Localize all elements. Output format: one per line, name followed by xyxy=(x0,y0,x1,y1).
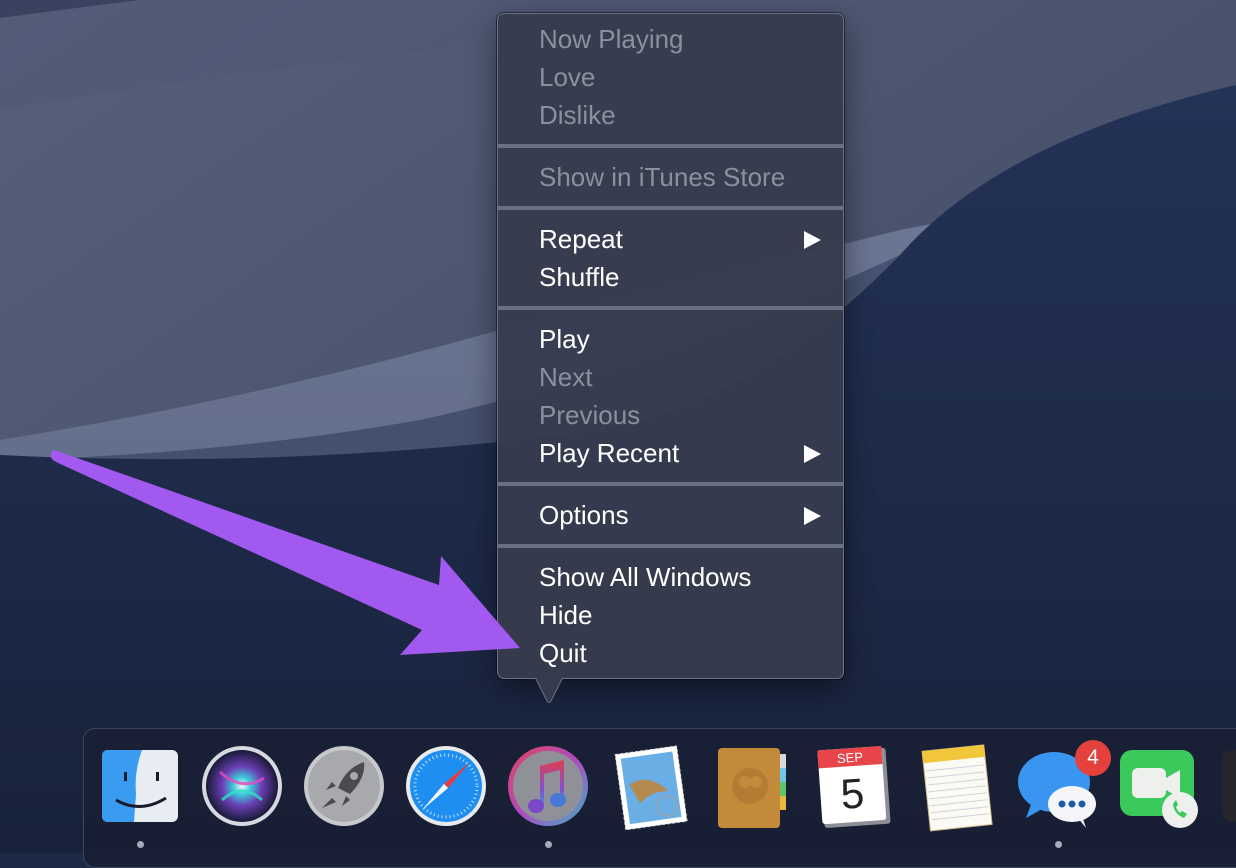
running-indicator-finder xyxy=(137,841,144,848)
menu-item-label: Love xyxy=(539,62,596,92)
safari-icon xyxy=(406,746,486,826)
menu-item-hide[interactable]: Hide xyxy=(498,596,843,634)
menu-item-label: Now Playing xyxy=(539,24,684,54)
menu-pointer-tail xyxy=(535,676,563,703)
menu-separator xyxy=(498,544,843,548)
contacts-icon xyxy=(718,748,786,828)
menu-separator xyxy=(498,206,843,210)
launchpad-icon xyxy=(304,746,384,826)
menu-item-next: Next xyxy=(498,358,843,396)
menu-item-previous: Previous xyxy=(498,396,843,434)
menu-item-play-recent[interactable]: Play Recent xyxy=(498,434,843,472)
calendar-icon: SEP 5 xyxy=(817,746,891,828)
running-indicator-itunes xyxy=(545,841,552,848)
dock-item-calendar[interactable]: SEP 5 xyxy=(812,742,896,832)
dock-item-itunes[interactable] xyxy=(506,742,590,832)
menu-item-now-playing: Now Playing xyxy=(498,20,843,58)
dock-item-notes[interactable] xyxy=(914,742,998,832)
dock-item-partial[interactable] xyxy=(1222,750,1236,822)
menu-item-love: Love xyxy=(498,58,843,96)
submenu-arrow-icon xyxy=(804,507,821,525)
menu-item-label: Hide xyxy=(539,600,593,630)
finder-icon xyxy=(102,750,178,822)
menu-item-show-in-itunes-store: Show in iTunes Store xyxy=(498,158,843,196)
dock-item-facetime[interactable] xyxy=(1118,742,1202,832)
itunes-dock-context-menu: Now Playing Love Dislike Show in iTunes Sto… xyxy=(497,13,844,679)
calendar-month: SEP xyxy=(836,749,863,766)
running-indicator-messages xyxy=(1055,841,1062,848)
menu-separator xyxy=(498,306,843,310)
menu-item-label: Play Recent xyxy=(539,438,680,468)
messages-unread-badge: 4 xyxy=(1075,740,1111,776)
facetime-icon xyxy=(1120,750,1198,828)
menu-item-label: Dislike xyxy=(539,100,616,130)
menu-item-dislike: Dislike xyxy=(498,96,843,134)
menu-item-label: Play xyxy=(539,324,590,354)
dock-item-launchpad[interactable] xyxy=(302,742,386,832)
calendar-day: 5 xyxy=(839,769,866,818)
menu-item-label: Show in iTunes Store xyxy=(539,162,786,192)
menu-item-label: Quit xyxy=(539,638,587,668)
menu-item-label: Show All Windows xyxy=(539,562,752,592)
siri-icon xyxy=(202,746,282,826)
menu-separator xyxy=(498,482,843,486)
submenu-arrow-icon xyxy=(804,445,821,463)
menu-item-label: Repeat xyxy=(539,224,623,254)
menu-item-quit[interactable]: Quit xyxy=(498,634,843,672)
submenu-arrow-icon xyxy=(804,231,821,249)
menu-item-play[interactable]: Play xyxy=(498,320,843,358)
menu-item-label: Shuffle xyxy=(539,262,620,292)
menu-item-repeat[interactable]: Repeat xyxy=(498,220,843,258)
dock-item-siri[interactable] xyxy=(200,742,284,832)
menu-item-show-all-windows[interactable]: Show All Windows xyxy=(498,558,843,596)
menu-separator xyxy=(498,144,843,148)
menu-item-options[interactable]: Options xyxy=(498,496,843,534)
menu-item-label: Options xyxy=(539,500,629,530)
menu-item-label: Previous xyxy=(539,400,641,430)
notes-icon xyxy=(921,744,993,832)
mail-icon xyxy=(614,745,688,831)
dock-item-safari[interactable] xyxy=(404,742,488,832)
dock-item-mail[interactable] xyxy=(608,742,692,832)
dock-item-finder[interactable] xyxy=(98,742,182,832)
menu-item-shuffle[interactable]: Shuffle xyxy=(498,258,843,296)
menu-item-label: Next xyxy=(539,362,593,392)
dock-item-contacts[interactable] xyxy=(710,742,794,832)
itunes-icon xyxy=(508,746,588,826)
